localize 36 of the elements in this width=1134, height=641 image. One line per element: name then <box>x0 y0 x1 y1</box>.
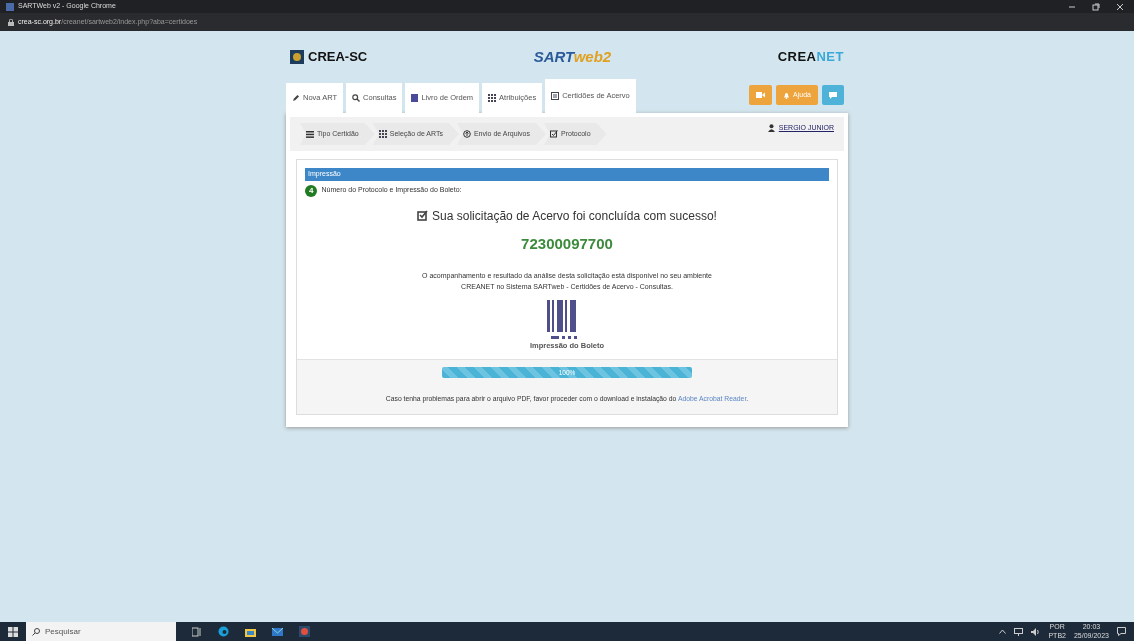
emblem-icon <box>290 50 304 64</box>
book-icon <box>411 94 419 102</box>
protocol-number: 72300097700 <box>521 233 613 254</box>
upload-icon <box>462 130 471 138</box>
search-icon <box>352 94 361 102</box>
restore-icon[interactable] <box>1092 2 1100 11</box>
checkbox-icon <box>550 130 558 138</box>
document-icon <box>551 92 560 100</box>
list-icon <box>306 130 314 138</box>
lock-icon <box>8 18 14 26</box>
grid-icon <box>488 94 497 102</box>
mail-icon[interactable] <box>272 626 283 637</box>
windows-icon[interactable] <box>8 626 18 637</box>
network-icon[interactable] <box>1014 627 1024 636</box>
browser-icon[interactable] <box>218 626 229 637</box>
chat-icon <box>829 91 837 99</box>
pencil-icon <box>292 94 300 102</box>
volume-icon[interactable] <box>1031 627 1041 636</box>
app-icon <box>6 2 14 11</box>
bell-icon <box>783 91 791 99</box>
folder-icon[interactable] <box>245 626 256 637</box>
search-icon <box>32 627 40 636</box>
grid-icon <box>378 130 387 138</box>
chevron-up-icon[interactable] <box>999 629 1007 634</box>
step-number: 4 <box>305 184 318 197</box>
notification-icon[interactable] <box>1117 627 1126 636</box>
success-message: Sua solicitação de Acervo foi concluída com sucesso! <box>432 207 717 225</box>
close-icon[interactable] <box>1116 2 1124 11</box>
logo: CREANET <box>777 48 844 67</box>
task-view-icon[interactable] <box>192 626 202 637</box>
video-icon <box>756 92 766 98</box>
checkbox-icon <box>417 210 429 221</box>
user-icon <box>767 124 775 133</box>
search-field[interactable]: Pesquisar <box>26 622 176 641</box>
logo: SARTweb2 <box>533 46 612 67</box>
logo: CREA-SC <box>308 48 368 67</box>
